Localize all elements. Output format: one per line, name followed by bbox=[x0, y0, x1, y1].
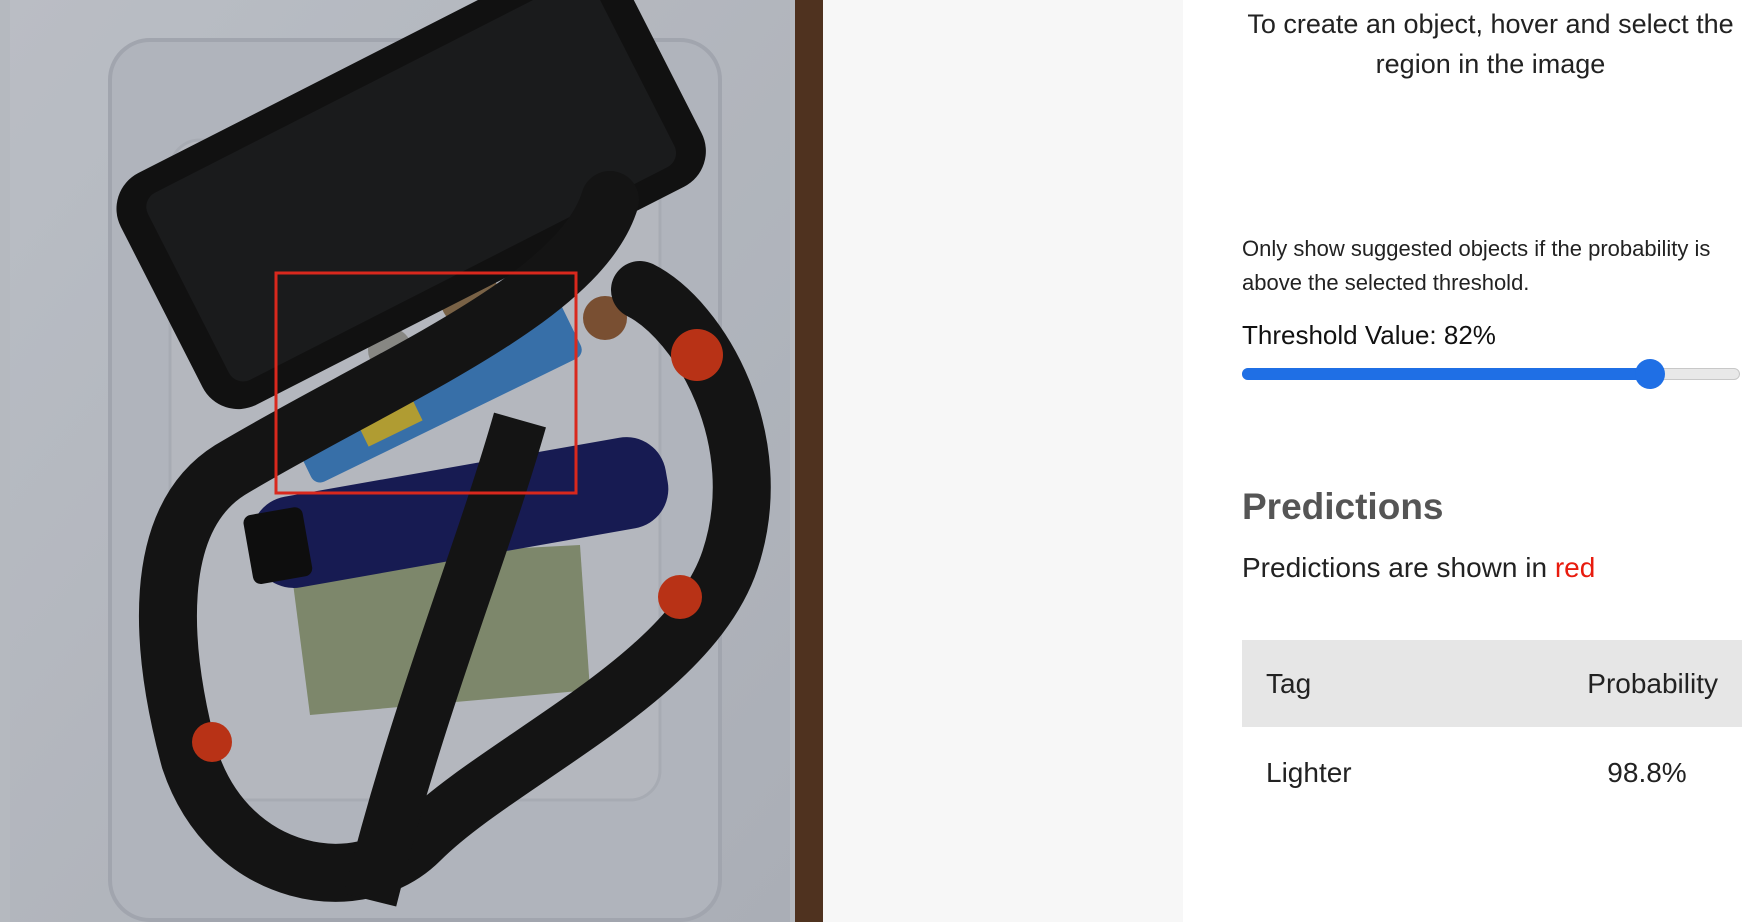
slider-thumb[interactable] bbox=[1635, 359, 1665, 389]
image-canvas[interactable] bbox=[0, 0, 823, 922]
header-probability: Probability bbox=[1587, 667, 1718, 699]
threshold-label: Threshold Value: 82% bbox=[1242, 320, 1496, 350]
spacer bbox=[823, 0, 1183, 922]
predictions-table: Tag Probability Lighter 98.8% bbox=[1242, 640, 1742, 819]
threshold-slider[interactable] bbox=[1242, 359, 1740, 389]
cell-tag: Lighter bbox=[1266, 757, 1352, 788]
caption-text: Predictions are shown in bbox=[1242, 552, 1555, 583]
photo bbox=[0, 0, 823, 922]
table-header: Tag Probability bbox=[1242, 640, 1742, 727]
threshold-description: Only show suggested objects if the proba… bbox=[1242, 236, 1711, 295]
header-tag: Tag bbox=[1266, 667, 1312, 699]
table-row[interactable]: Lighter 98.8% bbox=[1242, 727, 1742, 819]
cell-probability: 98.8% bbox=[1607, 757, 1687, 788]
instructions-text: To create an object, hover and select th… bbox=[1247, 9, 1734, 79]
predictions-title: Predictions bbox=[1242, 486, 1444, 527]
slider-fill bbox=[1242, 368, 1650, 380]
predictions-caption: Predictions are shown in red bbox=[1242, 552, 1595, 584]
caption-color-word: red bbox=[1554, 552, 1596, 583]
